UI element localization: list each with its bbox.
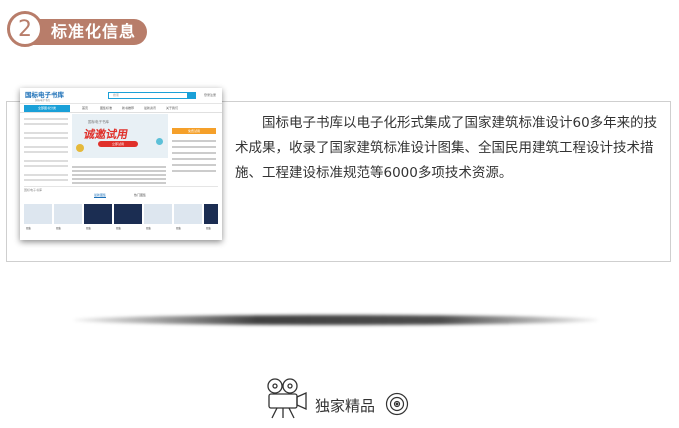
thumb-tab: 最新图集: [94, 193, 107, 198]
thumb-tabs: 最新图集 热门图集: [80, 192, 180, 200]
thumb-search-icon: [188, 92, 196, 99]
thumb-banner-headline: 诚邀试用: [82, 128, 130, 141]
section-header: 2 标准化信息: [7, 11, 157, 51]
thumb-right-panel: 免费试用: [172, 114, 218, 184]
thumb-book-card: [114, 204, 142, 224]
thumb-logo-sub: 国标电子书库: [35, 99, 51, 102]
thumb-nav-item: 最新资讯: [144, 106, 157, 110]
thumb-banner-caption: 国标电子书库: [88, 120, 109, 124]
thumb-login: 登录注册: [204, 93, 217, 97]
thumb-nav-item: 图集标准: [100, 106, 113, 110]
thumb-news-list: [72, 160, 168, 186]
content-box: 国标电子书库 国标电子书库 搜索 登录注册 全部图书分类 首页 图集标准 新书推…: [6, 88, 671, 262]
thumb-notice-bar: 国标电子书库: [24, 186, 218, 192]
shadow-divider: [73, 315, 599, 325]
thumb-book-cards: 图集 图集 图集 图集 图集 图集 图集: [24, 204, 218, 236]
thumb-book-card: [84, 204, 112, 224]
thumb-book-card: [54, 204, 82, 224]
thumb-card-label: 图集: [26, 227, 32, 230]
thumb-card-label: 图集: [56, 227, 62, 230]
thumb-banner-button: 立即试用: [98, 141, 138, 147]
thumb-trial-button: 免费试用: [172, 128, 216, 134]
thumb-banner: 国标电子书库 诚邀试用 立即试用: [72, 114, 168, 158]
thumb-nav-item: 关于我们: [166, 106, 179, 110]
website-screenshot-thumbnail: 国标电子书库 国标电子书库 搜索 登录注册 全部图书分类 首页 图集标准 新书推…: [20, 88, 222, 240]
footer-label: 独家精品: [315, 397, 376, 415]
thumb-card-label: 图集: [86, 227, 92, 230]
thumb-notice-text: 国标电子书库: [24, 188, 43, 192]
section-number-badge: 2: [7, 11, 43, 47]
thumb-nav-item: 新书推荐: [122, 106, 135, 110]
footer-exclusive: 独家精品: [263, 377, 423, 422]
thumb-category: 全部图书分类: [24, 105, 70, 112]
thumb-card-label: 图集: [116, 227, 122, 230]
thumb-book-card: [144, 204, 172, 224]
thumb-card-label: 图集: [176, 227, 182, 230]
section-title: 标准化信息: [29, 19, 147, 45]
thumb-tab: 热门图集: [134, 193, 147, 197]
thumb-book-card: [24, 204, 52, 224]
description-text: 国标电子书库以电子化形式集成了国家建筑标准设计60多年来的技术成果，收录了国家建…: [235, 115, 658, 181]
thumb-nav: 全部图书分类 首页 图集标准 新书推荐 最新资讯 关于我们: [20, 104, 222, 113]
thumb-nav-item: 首页: [82, 106, 89, 110]
thumb-header: 国标电子书库 国标电子书库 搜索 登录注册: [20, 88, 222, 104]
thumb-book-card: [174, 204, 202, 224]
film-camera-icon: [267, 378, 307, 419]
thumb-book-card: [204, 204, 218, 224]
thumb-sidebar: [24, 114, 70, 184]
thumb-card-label: 图集: [146, 227, 152, 230]
thumb-search-input: 搜索: [108, 92, 188, 99]
thumb-card-label: 图集: [206, 227, 212, 230]
disc-icon: [385, 392, 409, 416]
